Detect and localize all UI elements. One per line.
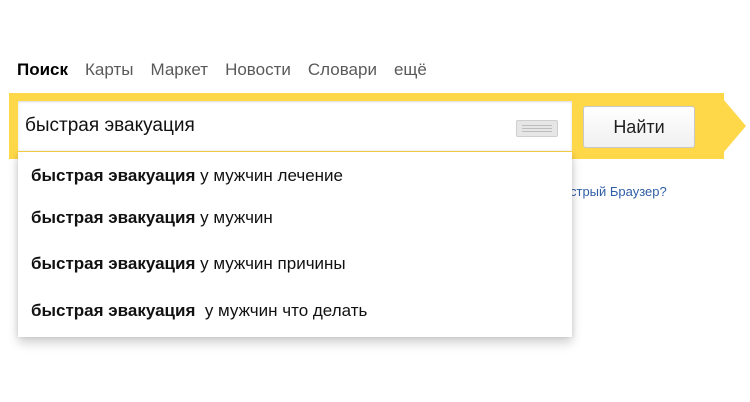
- services-nav: Поиск Карты Маркет Новости Словари ещё: [17, 60, 444, 80]
- suggestion-completion: у мужчин лечение: [195, 166, 343, 185]
- suggestion-query: быстрая эвакуация: [31, 208, 196, 227]
- suggestion-item[interactable]: быстрая эвакуация у мужчин: [31, 208, 273, 228]
- suggestion-completion: у мужчин: [195, 208, 273, 227]
- search-input[interactable]: [25, 101, 505, 151]
- suggestion-item[interactable]: быстрая эвакуация у мужчин что делать: [31, 301, 367, 321]
- suggestion-completion: у мужчин причины: [195, 254, 346, 273]
- nav-item-more[interactable]: ещё: [394, 60, 427, 80]
- nav-item-market[interactable]: Маркет: [150, 60, 208, 80]
- keyboard-icon[interactable]: [516, 120, 558, 137]
- nav-item-dictionaries[interactable]: Словари: [308, 60, 377, 80]
- nav-item-search[interactable]: Поиск: [17, 60, 68, 80]
- browser-promo-link[interactable]: стрый Браузер?: [570, 184, 667, 199]
- suggestions-dropdown: быстрая эвакуация у мужчин лечение быстр…: [18, 152, 572, 337]
- suggestion-query: быстрая эвакуация: [31, 166, 196, 185]
- find-button[interactable]: Найти: [583, 106, 695, 148]
- suggestion-item[interactable]: быстрая эвакуация у мужчин причины: [31, 254, 346, 274]
- suggestion-completion: у мужчин что делать: [195, 301, 368, 320]
- search-band-arrow: [718, 93, 746, 159]
- nav-item-news[interactable]: Новости: [225, 60, 291, 80]
- suggestion-query: быстрая эвакуация: [31, 301, 196, 320]
- suggestion-item[interactable]: быстрая эвакуация у мужчин лечение: [31, 166, 343, 186]
- nav-item-maps[interactable]: Карты: [85, 60, 133, 80]
- suggestion-query: быстрая эвакуация: [31, 254, 196, 273]
- search-box: [18, 101, 572, 151]
